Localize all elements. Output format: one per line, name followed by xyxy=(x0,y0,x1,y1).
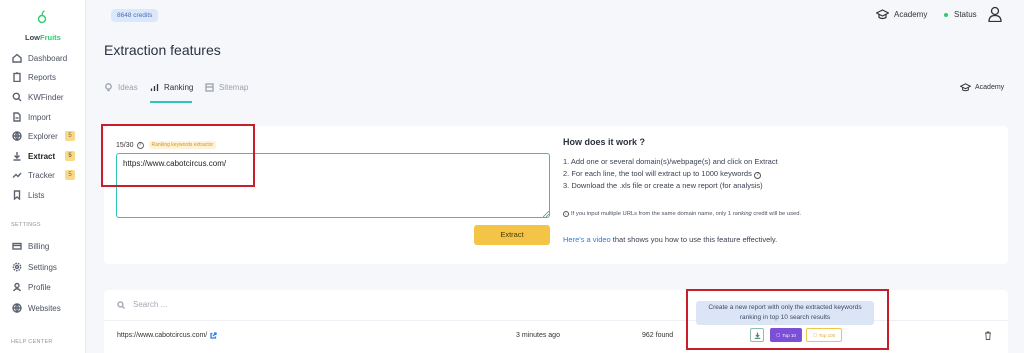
sidebar-item-reports[interactable]: Reports xyxy=(11,70,81,84)
help-step-3: 3. Download the .xls file or create a ne… xyxy=(563,181,763,190)
sidebar-item-label: Dashboard xyxy=(28,53,68,63)
trash-icon[interactable] xyxy=(984,331,992,340)
result-time: 3 minutes ago xyxy=(516,332,560,339)
sidebar-item-label: Lists xyxy=(28,190,45,200)
info-icon: i xyxy=(563,211,569,217)
result-url[interactable]: https://www.cabotcircus.com/ xyxy=(117,332,217,339)
sidebar-item-label: Reports xyxy=(28,72,57,82)
academy-label: Academy xyxy=(975,84,1005,91)
bookmark-icon xyxy=(11,190,22,201)
brand-name: LowFruits xyxy=(25,33,61,42)
user-icon xyxy=(11,282,22,293)
video-link[interactable]: Here's a video xyxy=(563,235,611,244)
trend-icon xyxy=(11,170,22,181)
tab-ranking[interactable]: Ranking xyxy=(150,83,193,92)
sidebar-item-label: KWFinder xyxy=(28,92,64,102)
tab-label: Ideas xyxy=(118,83,138,92)
sidebar-item-websites[interactable]: Websites xyxy=(11,301,81,315)
sidebar-item-label: Websites xyxy=(28,303,61,313)
tab-label: Ranking xyxy=(164,83,194,92)
sitemap-icon xyxy=(205,83,214,92)
tab-label: Sitemap xyxy=(219,83,249,92)
extract-button[interactable]: Extract xyxy=(474,225,550,245)
sidebar-item-label: Settings xyxy=(28,262,57,272)
download-icon xyxy=(11,151,22,162)
help-step-1: 1. Add one or several domain(s)/webpage(… xyxy=(563,157,778,166)
tab-sitemap[interactable]: Sitemap xyxy=(205,83,248,92)
sidebar-item-extract[interactable]: Extract 5 xyxy=(11,149,81,163)
search-icon xyxy=(117,300,125,309)
count-badge: 5 xyxy=(65,151,75,161)
dashboard-icon xyxy=(11,53,22,64)
bar-chart-icon xyxy=(150,84,159,91)
resize-handle-icon[interactable] xyxy=(543,211,549,217)
sidebar-item-label: Explorer xyxy=(28,131,58,141)
lightbulb-icon xyxy=(105,83,112,92)
clipboard-icon xyxy=(11,72,22,83)
user-account-icon[interactable] xyxy=(988,6,1002,22)
video-help-line: Here's a video that shows you how to use… xyxy=(563,235,778,244)
help-note: i If you input multiple URLs from the sam… xyxy=(563,211,801,217)
help-center-label: HELP CENTER xyxy=(11,339,53,345)
sidebar-item-billing[interactable]: Billing xyxy=(11,239,81,253)
status-label: Status xyxy=(954,10,977,19)
sidebar-item-profile[interactable]: Profile xyxy=(11,280,81,294)
result-found-count: 962 found xyxy=(642,332,674,339)
card-icon xyxy=(11,241,22,252)
top-bar: 8648 credits Academy Status xyxy=(86,0,1024,30)
file-icon xyxy=(11,112,22,123)
settings-section-label: SETTINGS xyxy=(11,222,41,228)
page-title: Extraction features xyxy=(104,42,221,58)
credits-badge: 8648 credits xyxy=(111,9,159,22)
search-icon xyxy=(11,92,22,103)
logo[interactable] xyxy=(30,10,54,24)
info-icon: ? xyxy=(753,172,761,179)
sidebar: LowFruits Dashboard Reports KWFinder Imp… xyxy=(0,0,86,353)
annotation-highlight-actions xyxy=(686,289,889,350)
search-placeholder: Search ... xyxy=(133,300,168,309)
sidebar-item-lists[interactable]: Lists xyxy=(11,188,81,202)
count-badge: 5 xyxy=(65,170,75,180)
sidebar-item-explorer[interactable]: Explorer 5 xyxy=(11,129,81,143)
gear-icon xyxy=(11,262,22,273)
sidebar-item-dashboard[interactable]: Dashboard xyxy=(11,51,81,65)
sidebar-item-tracker[interactable]: Tracker 5 xyxy=(11,168,81,182)
annotation-highlight-input xyxy=(101,124,255,187)
academy-link-secondary[interactable]: Academy xyxy=(960,83,1004,92)
graduation-cap-icon xyxy=(960,83,971,92)
sidebar-item-settings[interactable]: Settings xyxy=(11,260,81,274)
sidebar-item-label: Tracker xyxy=(28,170,55,180)
results-search[interactable]: Search ... xyxy=(117,300,167,309)
count-badge: 5 xyxy=(65,131,75,141)
sidebar-item-kwfinder[interactable]: KWFinder xyxy=(11,90,81,104)
academy-label: Academy xyxy=(894,10,928,19)
tab-ideas[interactable]: Ideas xyxy=(104,83,138,92)
fruit-logo-icon xyxy=(37,10,47,24)
sidebar-item-label: Billing xyxy=(28,241,50,251)
globe-icon xyxy=(11,303,22,314)
sidebar-item-label: Profile xyxy=(28,282,51,292)
graduation-cap-icon xyxy=(876,9,889,20)
help-step-2: 2. For each line, the tool will extract … xyxy=(563,169,761,179)
status-dot xyxy=(944,12,948,17)
active-tab-indicator xyxy=(150,101,192,103)
sidebar-item-label: Import xyxy=(28,112,51,122)
sidebar-item-label: Extract xyxy=(28,151,56,161)
help-title: How does it work ? xyxy=(563,137,646,147)
academy-link[interactable]: Academy xyxy=(876,9,927,20)
globe-icon xyxy=(11,131,22,142)
sidebar-item-import[interactable]: Import xyxy=(11,110,81,124)
status-indicator[interactable]: Status xyxy=(944,10,977,19)
link-icon[interactable] xyxy=(210,332,217,339)
